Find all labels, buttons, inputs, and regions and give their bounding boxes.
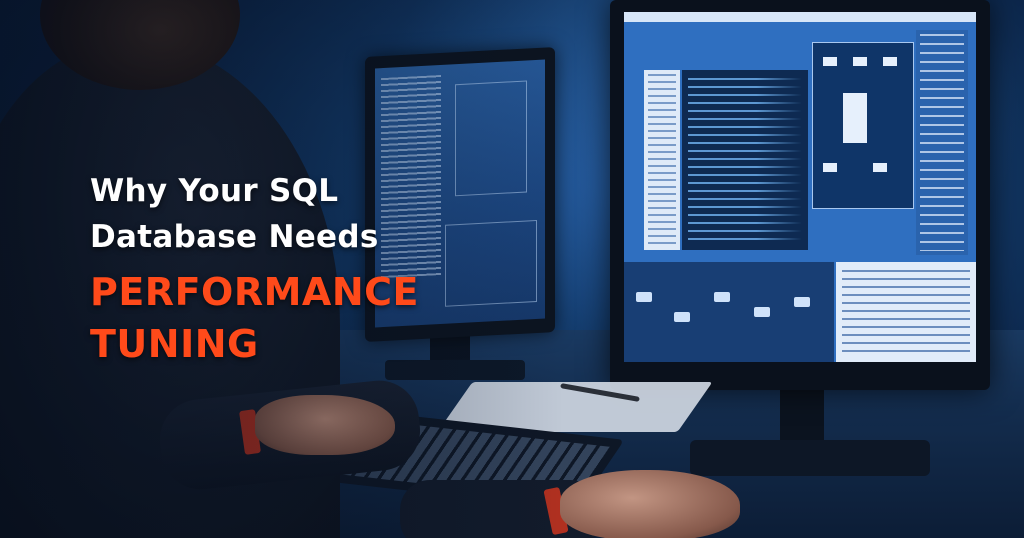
headline-accent-line-2: TUNING bbox=[90, 322, 259, 366]
headline-line-2: Database Needs bbox=[90, 219, 379, 255]
hero-image: Why Your SQL Database Needs PERFORMANCE … bbox=[0, 0, 1024, 538]
headline-line-1: Why Your SQL bbox=[90, 173, 339, 209]
headline-accent-line-1: PERFORMANCE bbox=[90, 270, 419, 314]
headline: Why Your SQL Database Needs PERFORMANCE … bbox=[90, 168, 510, 370]
